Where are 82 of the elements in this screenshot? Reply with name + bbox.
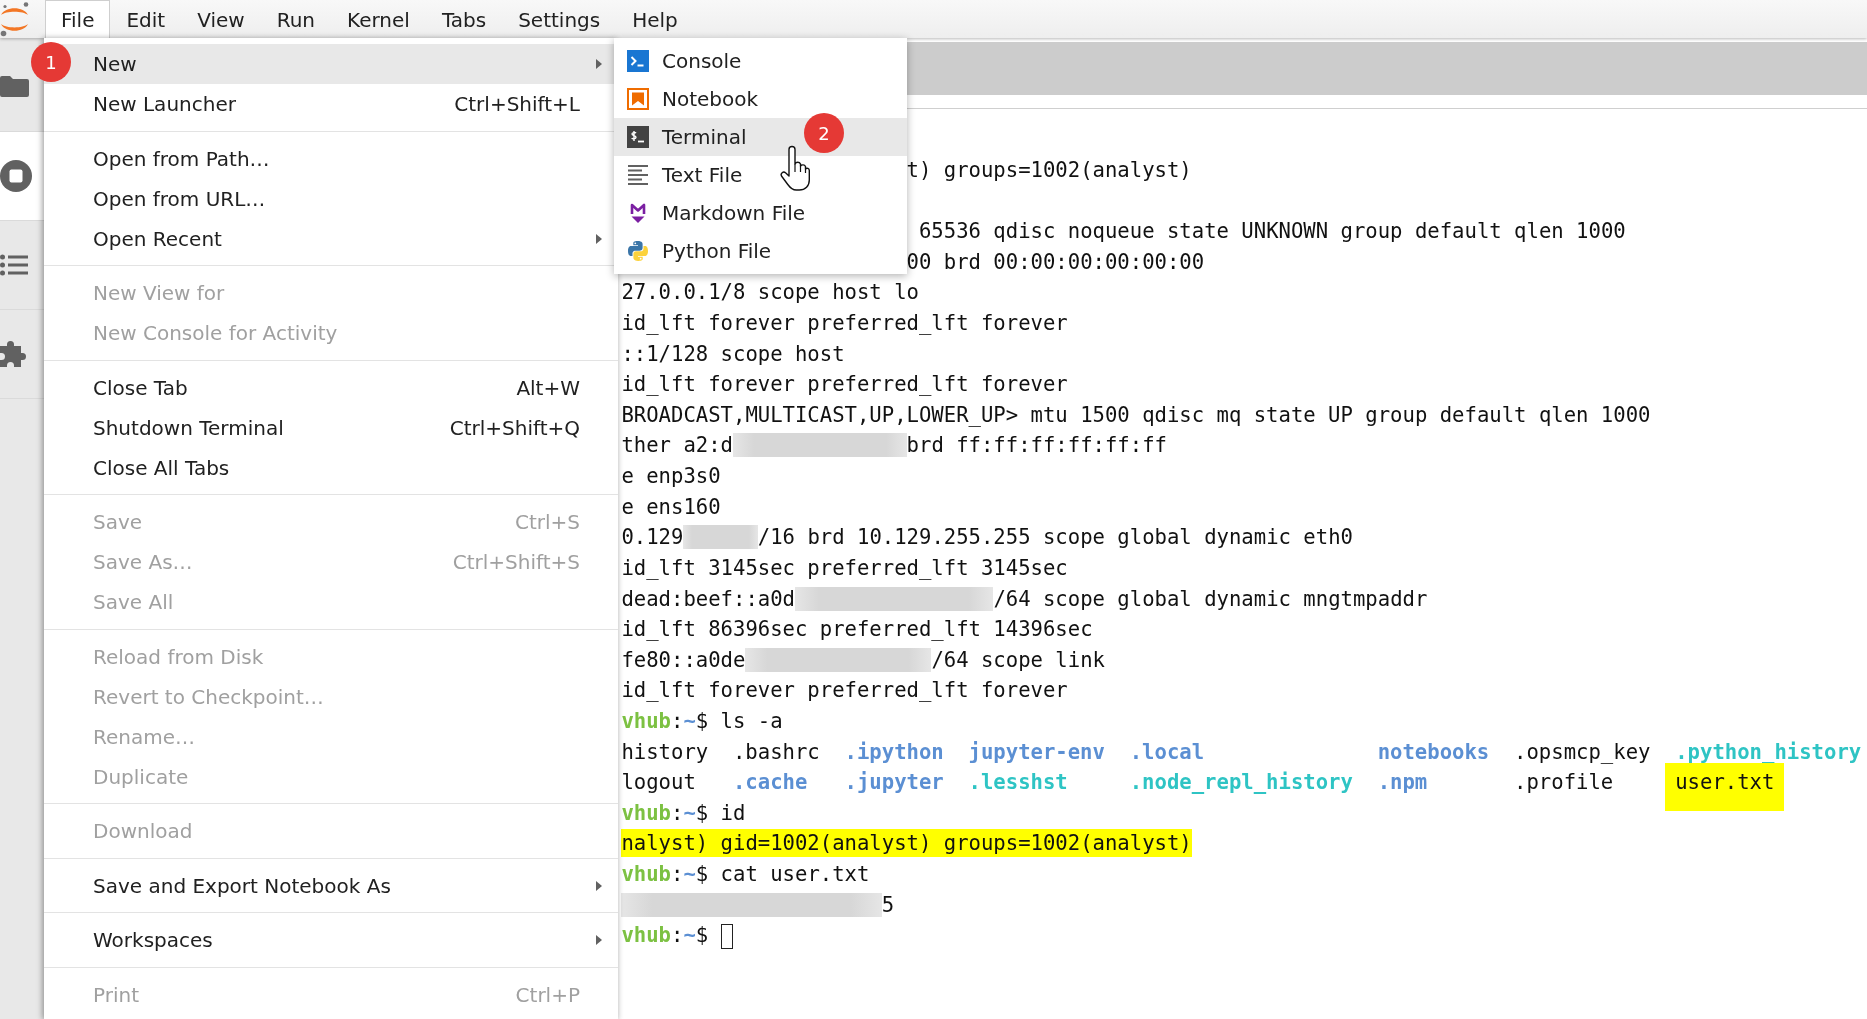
list-icon [0, 253, 28, 276]
terminal-output: brd ff:ff:ff:ff:ff:ff [906, 433, 1167, 458]
terminal-output: nalyst) gid=1002(analyst) groups=1002(analyst) [621, 829, 1192, 858]
terminal-output: id_lft forever preferred_lft forever [621, 678, 1068, 703]
file-name: .opsmcp_key [1514, 739, 1651, 764]
terminal-output: BROADCAST,MULTICAST,UP,LOWER_UP> mtu 1500 qdisc mq state UP group default qlen 1000 [621, 402, 1651, 427]
menu-item[interactable]: Workspaces [44, 920, 618, 960]
menubar-item[interactable]: File [45, 0, 111, 38]
terminal-output: /64 scope global dynamic mngtmpaddr [993, 586, 1428, 611]
keyboard-shortcut: Ctrl+S [514, 510, 580, 534]
sidebar-tab[interactable] [0, 131, 44, 221]
menubar-item[interactable]: Tabs [425, 0, 503, 38]
terminal-output: e enp3s0 [621, 464, 721, 489]
folder-name: .local [1129, 739, 1205, 764]
hand-pointer-icon [780, 144, 810, 192]
folder-icon [0, 76, 29, 97]
terminal-output: id_lft forever preferred_lft forever [621, 311, 1068, 336]
terminal-output: id_lft forever preferred_lft forever [621, 372, 1068, 397]
shell-prompt: vhub:~$ [621, 862, 709, 886]
keyboard-shortcut: Ctrl+Shift+Q [449, 415, 580, 440]
menubar-item[interactable]: Run [260, 0, 332, 38]
terminal-output: fe80::a0de [621, 647, 746, 672]
notebook-icon [627, 88, 649, 110]
terminal-output: id_lft 86396sec preferred_lft 14396sec [621, 617, 1093, 642]
keyboard-shortcut: Alt+W [516, 375, 580, 400]
terminal-output: 27.0.0.1/8 scope host lo [621, 280, 919, 305]
link-name: .node_repl_history [1129, 770, 1353, 795]
console-icon [627, 50, 649, 72]
terminal-output: dead:beef::a0d [621, 586, 795, 611]
keyboard-shortcut: Ctrl+P [515, 982, 580, 1007]
folder-name: notebooks [1377, 739, 1490, 764]
menu-item[interactable]: Close Tab Alt+W [44, 367, 618, 408]
keyboard-shortcut: Ctrl+Shift+L [454, 92, 580, 116]
text-lines-icon [627, 165, 649, 185]
terminal-output: id_lft 3145sec preferred_lft 3145sec [621, 555, 1068, 580]
file-name: .bashrc [732, 739, 820, 764]
logo-icon [0, 1, 30, 37]
menubar-item[interactable]: Kernel [331, 0, 426, 38]
shell-prompt: vhub:~$ [621, 800, 709, 825]
shell-command: ls -a [720, 708, 783, 733]
caret-right-icon [596, 233, 602, 244]
caret-right-icon [596, 935, 602, 945]
caret-right-icon [596, 880, 602, 891]
terminal-output: 5 [881, 892, 895, 917]
menu-item[interactable]: Save and Export Notebook As [44, 865, 618, 906]
terminal-output: /64 scope link [931, 647, 1105, 672]
terminal-output: ::1/128 scope host [621, 341, 845, 366]
shell-command: id [720, 800, 746, 825]
terminal-output: t) groups=1002(analyst) [906, 158, 1192, 182]
terminal-output: 0.129 [621, 525, 684, 550]
folder-name: jupyter-env [968, 739, 1105, 764]
keyboard-shortcut: Ctrl+Shift+S [452, 550, 580, 574]
caret-right-icon [596, 59, 602, 69]
puzzle-piece-icon [0, 340, 26, 367]
link-name: .lesshst [968, 770, 1068, 795]
menu-item[interactable]: Shutdown Terminal Ctrl+Shift+Q [44, 407, 618, 448]
menubar-item[interactable]: View [181, 0, 261, 38]
shell-prompt: vhub:~$ [621, 708, 709, 733]
stop-circle-icon [0, 159, 32, 192]
folder-name: .jupyter [844, 770, 944, 795]
menubar-item[interactable]: Help [616, 0, 694, 38]
shell-prompt: vhub:~$ [621, 923, 709, 948]
terminal-output: ther a2:d [621, 433, 733, 458]
file-name: user.txt [1665, 763, 1785, 812]
terminal-output: 00 brd 00:00:00:00:00:00 [906, 249, 1205, 274]
file-name: .profile [1514, 770, 1614, 795]
step-badge: 2 [804, 113, 844, 153]
terminal-output: e ens160 [621, 494, 721, 519]
terminal-icon [627, 126, 649, 148]
python-logo-icon [627, 240, 649, 262]
menubar-item[interactable]: Settings [502, 0, 617, 38]
folder-name: .cache [732, 770, 808, 795]
shell-command: cat user.txt [720, 862, 870, 886]
file-name: logout [621, 770, 696, 795]
folder-name: .ipython [844, 739, 944, 764]
folder-name: .npm [1377, 770, 1428, 795]
file-name: history [621, 739, 709, 764]
terminal-output: /16 brd 10.129.255.255 scope global dynamic eth0 [757, 525, 1353, 550]
menu-item[interactable]: Close All Tabs [44, 447, 618, 488]
menubar-item[interactable]: Edit [110, 0, 182, 38]
terminal-output: 65536 qdisc noqueue state UNKNOWN group default qlen 1000 [918, 219, 1626, 244]
link-name: .python_history [1675, 739, 1862, 764]
